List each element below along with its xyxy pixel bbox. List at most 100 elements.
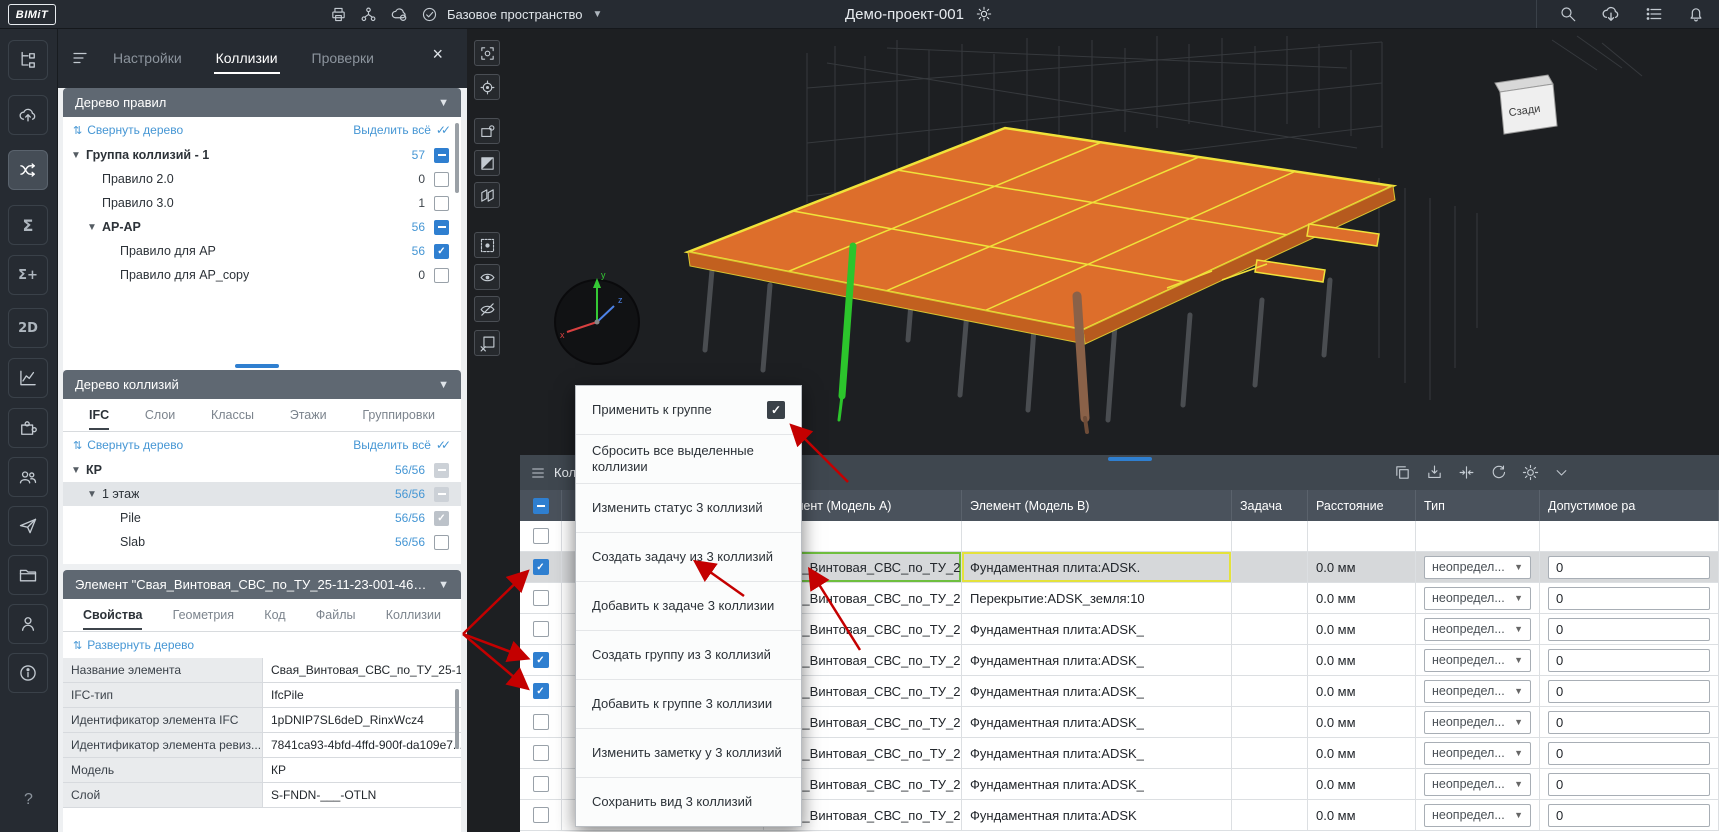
allowed-distance-input[interactable]: 0: [1548, 649, 1710, 672]
tab-collisions[interactable]: Коллизии: [214, 40, 280, 76]
help-icon[interactable]: ?: [18, 790, 39, 810]
type-dropdown[interactable]: неопредел...▼: [1424, 618, 1531, 641]
import-tray-icon[interactable]: [1426, 464, 1443, 481]
select-all-link[interactable]: Выделить всё✓✓: [353, 438, 451, 452]
select-region-icon[interactable]: [474, 232, 500, 258]
tree-row-checkbox[interactable]: [434, 172, 449, 187]
type-dropdown[interactable]: неопредел...▼: [1424, 649, 1531, 672]
row-checkbox[interactable]: [533, 776, 549, 792]
sum-add-icon[interactable]: Σ+: [8, 255, 48, 295]
view-cube[interactable]: Сзади: [1495, 75, 1557, 134]
expand-tree-link[interactable]: ⇅Развернуть дерево: [73, 638, 194, 652]
send-plane-icon[interactable]: [8, 506, 48, 546]
collapse-chevron-icon[interactable]: ▼: [87, 222, 102, 233]
type-dropdown[interactable]: неопредел...▼: [1424, 804, 1531, 827]
clip-box-icon[interactable]: [474, 118, 500, 144]
model-tree-icon[interactable]: [8, 40, 48, 80]
section-plane-icon[interactable]: [474, 150, 500, 176]
scrollbar-thumb[interactable]: [455, 123, 459, 193]
tree-row[interactable]: Правило 3.01: [63, 191, 461, 215]
row-checkbox[interactable]: [533, 621, 549, 637]
menu-item-add-to-group[interactable]: Добавить к группе 3 коллизии: [576, 680, 801, 729]
tab-properties[interactable]: Свойства: [83, 600, 142, 630]
allowed-distance-input[interactable]: 0: [1548, 556, 1710, 579]
scrollbar-thumb[interactable]: [455, 689, 459, 749]
column-header-allowed[interactable]: Допустимое ра: [1540, 490, 1719, 521]
menu-item-add-to-task[interactable]: Добавить к задаче 3 коллизии: [576, 582, 801, 631]
panel-resize-handle[interactable]: [235, 364, 279, 368]
print-icon[interactable]: [330, 6, 347, 23]
tree-row-checkbox[interactable]: [434, 463, 449, 478]
row-checkbox[interactable]: [533, 528, 549, 544]
element-section-header[interactable]: Элемент "Свая_Винтовая_СВС_по_ТУ_25-11-2…: [63, 570, 461, 599]
tab-groups[interactable]: Группировки: [362, 400, 435, 430]
tree-row-checkbox[interactable]: [434, 535, 449, 550]
show-eye-icon[interactable]: [474, 264, 500, 290]
collapse-tree-link[interactable]: ⇅Свернуть дерево: [73, 438, 183, 452]
tree-row[interactable]: Правило для АР56: [63, 239, 461, 263]
team-hierarchy-icon[interactable]: [360, 6, 377, 23]
profile-icon[interactable]: [8, 604, 48, 644]
tree-row-checkbox[interactable]: [434, 487, 449, 502]
team-icon[interactable]: [8, 457, 48, 497]
allowed-distance-input[interactable]: 0: [1548, 773, 1710, 796]
close-icon[interactable]: ×: [426, 44, 449, 64]
tree-row-selected[interactable]: ▼1 этаж56/56: [63, 482, 461, 506]
table-menu-icon[interactable]: [530, 465, 546, 481]
menu-item-reset-selected[interactable]: Сбросить все выделенные коллизии: [576, 435, 801, 484]
column-header-type[interactable]: Тип: [1416, 490, 1540, 521]
cloud-download-icon[interactable]: [1601, 4, 1621, 24]
bell-icon[interactable]: [1687, 5, 1705, 23]
row-checkbox[interactable]: [533, 683, 549, 699]
tree-row[interactable]: ▼КР56/56: [63, 458, 461, 482]
type-dropdown[interactable]: неопредел...▼: [1424, 556, 1531, 579]
2d-view-icon[interactable]: 2D: [8, 308, 48, 348]
allowed-distance-input[interactable]: 0: [1548, 587, 1710, 610]
panel-menu-icon[interactable]: [71, 49, 89, 67]
tab-files[interactable]: Файлы: [316, 600, 356, 630]
row-checkbox[interactable]: [533, 714, 549, 730]
duplicate-icon[interactable]: [1394, 464, 1411, 481]
menu-item-apply-to-group[interactable]: Применить к группе: [576, 386, 801, 435]
charts-icon[interactable]: [8, 358, 48, 398]
select-all-link[interactable]: Выделить всё✓✓: [353, 123, 451, 137]
tree-row-checkbox[interactable]: [434, 196, 449, 211]
menu-item-change-status[interactable]: Изменить статус 3 коллизий: [576, 484, 801, 533]
tree-row[interactable]: Правило для АР_copy0: [63, 263, 461, 287]
focus-target-icon[interactable]: [474, 74, 500, 100]
menu-item-create-group[interactable]: Создать группу из 3 коллизий: [576, 631, 801, 680]
tree-row-checkbox[interactable]: [434, 511, 449, 526]
rules-tree-header[interactable]: Дерево правил ▼: [63, 88, 461, 117]
select-all-checkbox[interactable]: [533, 498, 549, 514]
allowed-distance-input[interactable]: 0: [1548, 711, 1710, 734]
refresh-icon[interactable]: [1490, 464, 1507, 481]
workspace-selector[interactable]: Базовое пространство ▼: [447, 0, 602, 28]
tree-row[interactable]: ▼Группа коллизий - 157: [63, 143, 461, 167]
type-dropdown[interactable]: неопредел...▼: [1424, 711, 1531, 734]
tree-row[interactable]: Slab56/56: [63, 530, 461, 554]
tree-row[interactable]: ▼АР-АР56: [63, 215, 461, 239]
panel-resize-handle[interactable]: [1108, 457, 1152, 461]
fit-width-icon[interactable]: [1458, 464, 1475, 481]
column-header-element-b[interactable]: Элемент (Модель B): [962, 490, 1232, 521]
collapse-chevron-icon[interactable]: ▼: [71, 150, 86, 161]
collapse-chevron-icon[interactable]: ▼: [71, 465, 86, 476]
row-checkbox[interactable]: [533, 559, 549, 575]
type-dropdown[interactable]: неопредел...▼: [1424, 587, 1531, 610]
menu-item-edit-note[interactable]: Изменить заметку у 3 коллизий: [576, 729, 801, 778]
column-header-distance[interactable]: Расстояние: [1308, 490, 1416, 521]
collapse-panel-chevron-icon[interactable]: [1554, 465, 1569, 480]
tab-checks[interactable]: Проверки: [310, 40, 376, 76]
tree-row-checkbox[interactable]: [434, 148, 449, 163]
allowed-distance-input[interactable]: 0: [1548, 804, 1710, 827]
slab-model[interactable]: [688, 128, 1395, 344]
collisions-module-icon[interactable]: [8, 150, 48, 190]
project-settings-gear-icon[interactable]: [976, 6, 992, 22]
row-checkbox[interactable]: [533, 590, 549, 606]
collapse-tree-link[interactable]: ⇅Свернуть дерево: [73, 123, 183, 137]
tab-settings[interactable]: Настройки: [111, 40, 184, 76]
sum-icon[interactable]: Σ: [8, 205, 48, 245]
type-dropdown[interactable]: неопредел...▼: [1424, 680, 1531, 703]
check-circle-icon[interactable]: [421, 6, 438, 23]
row-checkbox[interactable]: [533, 807, 549, 823]
